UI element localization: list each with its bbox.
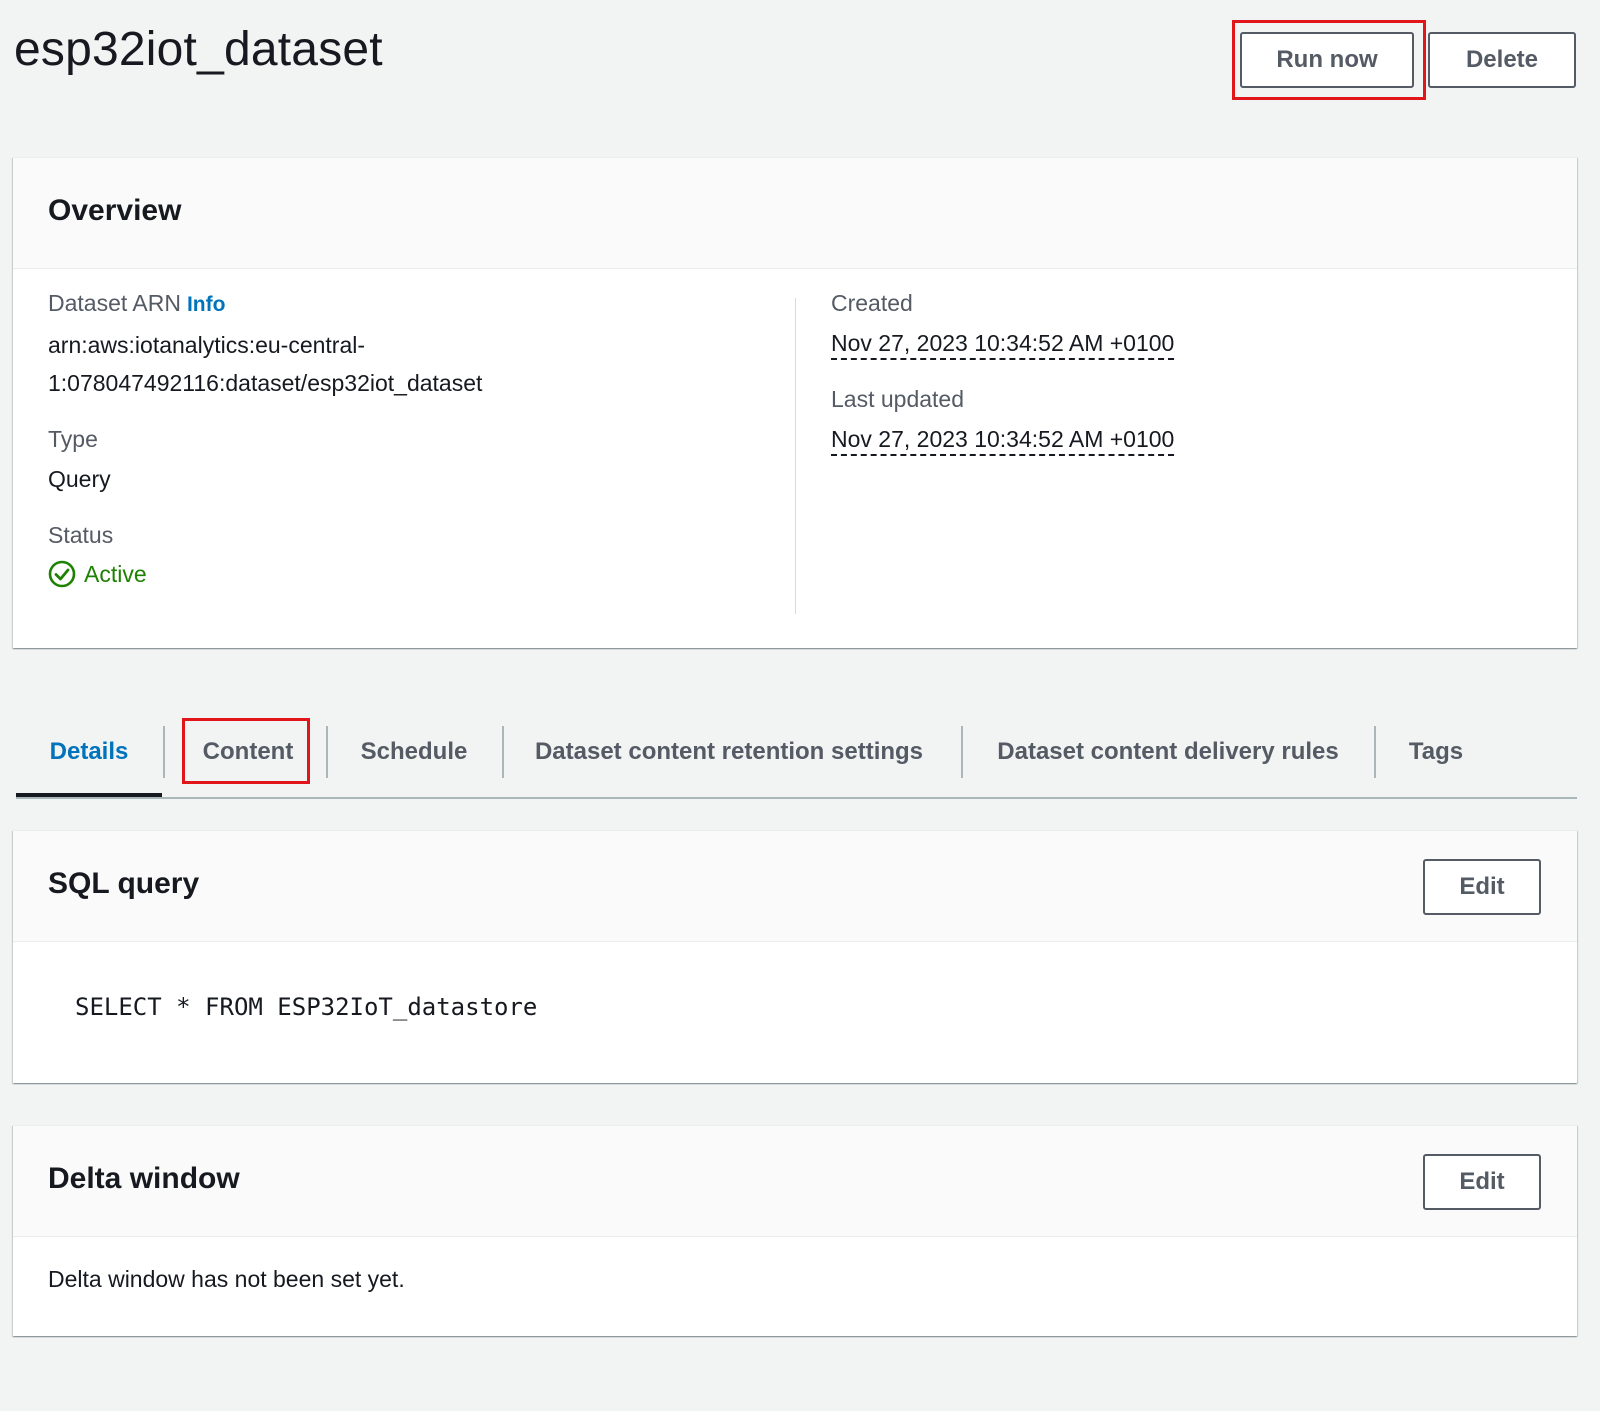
header-actions: Run now Delete (1240, 32, 1576, 88)
tab-delivery-rules[interactable]: Dataset content delivery rules (963, 722, 1373, 782)
tab-details[interactable]: Details (16, 722, 162, 782)
overview-title: Overview (48, 194, 182, 227)
arn-value-line-1: arn:aws:iotanalytics:eu-central- (48, 332, 366, 358)
arn-label: Dataset ARN (48, 290, 181, 316)
info-link[interactable]: Info (187, 293, 225, 316)
created-field: Created Nov 27, 2023 10:34:52 AM +0100 (831, 288, 1531, 362)
tab-retention-settings[interactable]: Dataset content retention settings (504, 722, 954, 782)
status-value: Active (84, 560, 147, 587)
sql-query-title: SQL query (48, 867, 200, 900)
tab-schedule[interactable]: Schedule (328, 722, 500, 782)
page-header: esp32iot_dataset Run now Delete (0, 0, 1600, 130)
delta-window-message: Delta window has not been set yet. (48, 1266, 405, 1292)
status-label: Status (48, 522, 114, 548)
delta-window-container: Delta window Edit Delta window has not b… (13, 1125, 1577, 1336)
delta-window-header: Delta window Edit (13, 1126, 1577, 1237)
delete-button[interactable]: Delete (1428, 32, 1576, 88)
updated-field: Last updated Nov 27, 2023 10:34:52 AM +0… (831, 384, 1531, 458)
check-circle-icon (48, 560, 76, 588)
created-label: Created (831, 290, 913, 316)
active-tab-indicator (16, 793, 162, 797)
delta-window-title: Delta window (48, 1162, 240, 1195)
run-now-button[interactable]: Run now (1240, 32, 1414, 88)
page-title: esp32iot_dataset (14, 23, 383, 76)
arn-field: Dataset ARN Info arn:aws:iotanalytics:eu-… (48, 288, 778, 402)
tab-tags[interactable]: Tags (1376, 722, 1496, 782)
overview-container: Overview Dataset ARN Info arn:aws:iotanal… (13, 157, 1577, 648)
arn-value: arn:aws:iotanalytics:eu-central- 1:07804… (48, 326, 778, 402)
sql-query-code: SELECT * FROM ESP32IoT_datastore (75, 993, 538, 1021)
status-field: Status Active (48, 520, 778, 588)
updated-label: Last updated (831, 386, 965, 412)
created-value[interactable]: Nov 27, 2023 10:34:52 AM +0100 (831, 330, 1175, 360)
delta-edit-button[interactable]: Edit (1423, 1154, 1541, 1210)
updated-value[interactable]: Nov 27, 2023 10:34:52 AM +0100 (831, 426, 1175, 456)
tab-content[interactable]: Content (184, 722, 312, 782)
type-field: Type Query (48, 424, 778, 498)
type-label: Type (48, 426, 98, 452)
arn-value-line-2: 1:078047492116:dataset/esp32iot_dataset (48, 370, 483, 396)
overview-left-column: Dataset ARN Info arn:aws:iotanalytics:eu-… (48, 288, 778, 610)
type-value: Query (48, 466, 111, 492)
sql-query-container: SQL query Edit SELECT * FROM ESP32IoT_da… (13, 830, 1577, 1083)
overview-right-column: Created Nov 27, 2023 10:34:52 AM +0100 L… (831, 288, 1531, 480)
sql-edit-button[interactable]: Edit (1423, 859, 1541, 915)
column-divider (795, 298, 796, 614)
sql-query-header: SQL query Edit (13, 831, 1577, 942)
status-indicator: Active (48, 560, 778, 588)
tab-bar: Details Content Schedule Dataset content… (16, 704, 1577, 799)
tab-separator (163, 726, 165, 778)
overview-header: Overview (13, 158, 1577, 269)
